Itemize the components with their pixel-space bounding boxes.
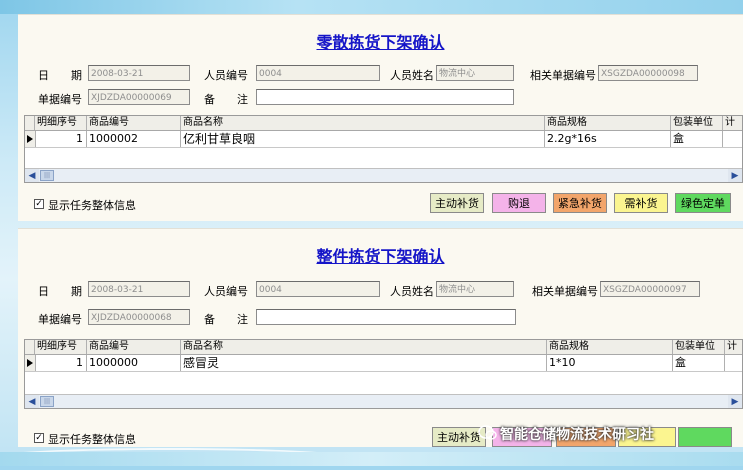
scroll-left-icon[interactable]: ◀ — [25, 395, 39, 408]
doc-no-label: 单据编号 — [38, 93, 82, 106]
col-header[interactable]: 商品编号 — [87, 340, 181, 354]
related-doc-field[interactable]: XSGZDA00000098 — [598, 65, 698, 81]
table-row[interactable]: 1 1000000 感冒灵 1*10 盒 — [25, 355, 742, 372]
date-field[interactable]: 2008-03-21 — [88, 65, 190, 81]
cell-spec: 2.2g*16s — [545, 131, 671, 147]
wechat-icon — [478, 425, 497, 440]
show-task-info-checkbox[interactable]: ✓ — [34, 433, 44, 443]
triangle-right-icon — [27, 359, 33, 367]
page-title: 整件拣货下架确认 — [316, 247, 445, 266]
staff-name-label: 人员姓名 — [390, 285, 434, 298]
green-order-button[interactable]: 绿色定单 — [675, 193, 731, 213]
doc-no-field[interactable]: XJDZDA00000069 — [88, 89, 190, 105]
staff-id-field[interactable]: 0004 — [256, 65, 380, 81]
cell-extra — [723, 131, 742, 147]
col-header[interactable]: 包装单位 — [671, 116, 723, 130]
urgent-replenish-button[interactable]: 紧急补货 — [553, 193, 607, 213]
col-header[interactable]: 商品规格 — [547, 340, 673, 354]
doc-no-label: 单据编号 — [38, 313, 82, 326]
cell-extra — [725, 355, 742, 371]
watermark-text: 智能仓储物流技术研习社 — [500, 427, 654, 443]
staff-id-label: 人员编号 — [204, 285, 248, 298]
need-replenish-button[interactable]: 需补货 — [614, 193, 668, 213]
loose-picking-panel: 零散拣货下架确认 日 期 2008-03-21 人员编号 0004 人员姓名 物… — [18, 14, 743, 221]
col-header[interactable]: 商品规格 — [545, 116, 671, 130]
cell-product-code: 1000000 — [87, 355, 181, 371]
staff-name-field[interactable]: 物流中心 — [436, 281, 514, 297]
staff-id-field[interactable]: 0004 — [256, 281, 380, 297]
horizontal-scrollbar[interactable]: ◀ ||| ▶ — [25, 168, 742, 182]
horizontal-scrollbar[interactable]: ◀ ||| ▶ — [25, 394, 742, 408]
window-top-bar — [0, 0, 743, 14]
scroll-thumb[interactable]: ||| — [40, 396, 54, 407]
col-header[interactable]: 包装单位 — [673, 340, 725, 354]
detail-grid: 明细序号 商品编号 商品名称 商品规格 包装单位 计 1 1000000 感冒灵… — [24, 339, 743, 409]
cell-unit: 盒 — [673, 355, 725, 371]
col-header[interactable]: 商品名称 — [181, 116, 545, 130]
scroll-right-icon[interactable]: ▶ — [728, 169, 742, 182]
grid-header: 明细序号 商品编号 商品名称 商品规格 包装单位 计 — [25, 116, 742, 131]
show-task-info-label: 显示任务整体信息 — [48, 433, 136, 446]
page-title: 零散拣货下架确认 — [316, 33, 445, 52]
staff-id-label: 人员编号 — [204, 69, 248, 82]
related-doc-label: 相关单据编号 — [532, 285, 598, 298]
scroll-left-icon[interactable]: ◀ — [25, 169, 39, 182]
table-row[interactable]: 1 1000002 亿利甘草良咽 2.2g*16s 盒 — [25, 131, 742, 148]
remark-label: 备 注 — [204, 313, 248, 326]
grid-header: 明细序号 商品编号 商品名称 商品规格 包装单位 计 — [25, 340, 742, 355]
doc-no-field[interactable]: XJDZDA00000068 — [88, 309, 190, 325]
col-header[interactable]: 商品名称 — [181, 340, 547, 354]
remark-field[interactable] — [256, 89, 514, 105]
green-order-button[interactable] — [678, 427, 732, 447]
cell-product-name: 感冒灵 — [181, 355, 547, 371]
col-header[interactable]: 计 — [723, 116, 742, 130]
cell-product-code: 1000002 — [87, 131, 181, 147]
related-doc-label: 相关单据编号 — [530, 69, 596, 82]
cell-seq: 1 — [35, 131, 87, 147]
related-doc-field[interactable]: XSGZDA00000097 — [600, 281, 700, 297]
staff-name-field[interactable]: 物流中心 — [436, 65, 514, 81]
show-task-info-checkbox[interactable]: ✓ — [34, 199, 44, 209]
show-task-info-label: 显示任务整体信息 — [48, 199, 136, 212]
remark-field[interactable] — [256, 309, 516, 325]
whole-picking-panel: 整件拣货下架确认 日 期 2008-03-21 人员编号 0004 人员姓名 物… — [18, 228, 743, 447]
cell-product-name: 亿利甘草良咽 — [181, 131, 545, 147]
remark-label: 备 注 — [204, 93, 248, 106]
purchase-return-button[interactable]: 购退 — [492, 193, 546, 213]
scroll-right-icon[interactable]: ▶ — [728, 395, 742, 408]
col-header[interactable]: 明细序号 — [35, 340, 87, 354]
staff-name-label: 人员姓名 — [390, 69, 434, 82]
scroll-thumb[interactable]: ||| — [40, 170, 54, 181]
window-bottom-bar — [0, 452, 743, 466]
cell-spec: 1*10 — [547, 355, 673, 371]
col-header[interactable]: 计 — [725, 340, 742, 354]
header-selector — [25, 340, 35, 354]
date-field[interactable]: 2008-03-21 — [88, 281, 190, 297]
triangle-right-icon — [27, 135, 33, 143]
date-label: 日 期 — [38, 69, 82, 82]
date-label: 日 期 — [38, 285, 82, 298]
detail-grid: 明细序号 商品编号 商品名称 商品规格 包装单位 计 1 1000002 亿利甘… — [24, 115, 743, 183]
cell-seq: 1 — [35, 355, 87, 371]
col-header[interactable]: 明细序号 — [35, 116, 87, 130]
active-replenish-button[interactable]: 主动补货 — [430, 193, 484, 213]
cell-unit: 盒 — [671, 131, 723, 147]
header-selector — [25, 116, 35, 130]
col-header[interactable]: 商品编号 — [87, 116, 181, 130]
